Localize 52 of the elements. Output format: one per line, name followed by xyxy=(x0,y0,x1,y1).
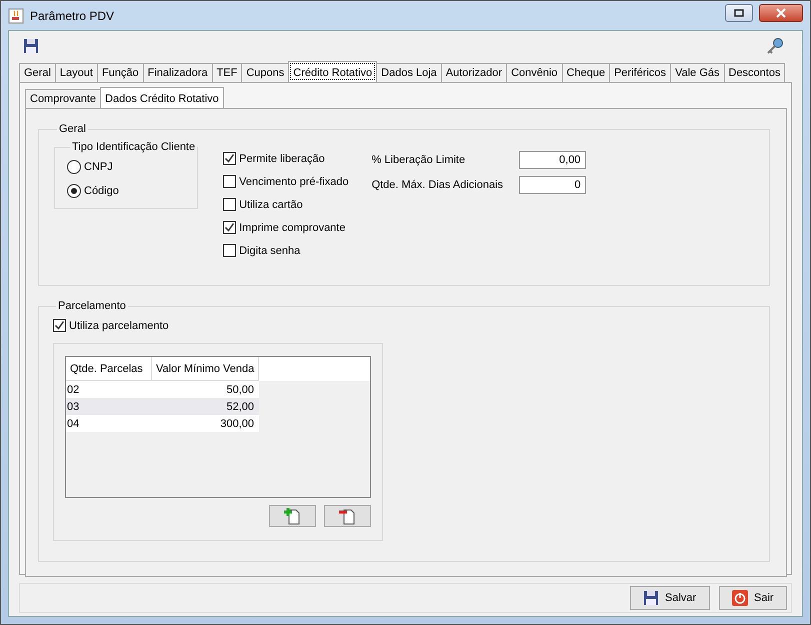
window-title: Parâmetro PDV xyxy=(30,8,114,22)
input-field[interactable]: 0 xyxy=(518,176,586,194)
field-label: Qtde. Máx. Dias Adicionais xyxy=(372,178,504,190)
key-icon[interactable] xyxy=(766,37,784,55)
checkbox[interactable] xyxy=(223,152,236,165)
cup-icon xyxy=(8,8,24,24)
table-cell: 50,00 xyxy=(152,381,259,398)
radio-label: Código xyxy=(84,185,119,197)
table-cell: 04 xyxy=(66,415,152,432)
remove-document-icon xyxy=(338,507,356,525)
table-cell: 52,00 xyxy=(152,398,259,415)
checkbox[interactable] xyxy=(223,198,236,211)
tab[interactable]: Dados Crédito Rotativo xyxy=(100,87,224,108)
exit-button[interactable]: Sair xyxy=(719,586,787,610)
remove-row-button[interactable] xyxy=(324,505,371,527)
checkbox[interactable] xyxy=(53,319,66,332)
radio-label: CNPJ xyxy=(84,161,113,173)
group-title: Parcelamento xyxy=(57,300,127,312)
add-row-button[interactable] xyxy=(269,505,316,527)
tab[interactable]: Geral xyxy=(19,63,56,82)
table-cell: 03 xyxy=(66,398,152,415)
checkbox-label: Vencimento pré-fixado xyxy=(239,176,349,188)
tab[interactable]: Crédito Rotativo xyxy=(288,61,378,82)
save-button[interactable]: Salvar xyxy=(630,586,710,610)
radio-button[interactable] xyxy=(67,160,81,174)
group-title: Geral xyxy=(58,123,87,135)
radio-button[interactable] xyxy=(67,184,81,198)
table-cell: 300,00 xyxy=(152,415,259,432)
checkbox[interactable] xyxy=(223,221,236,234)
checkbox-label: Utiliza cartão xyxy=(239,198,303,210)
table-cell: 02 xyxy=(66,381,152,398)
save-icon xyxy=(643,590,659,606)
power-icon xyxy=(732,590,748,606)
checkbox-label: Imprime comprovante xyxy=(239,222,346,234)
tab[interactable]: Comprovante xyxy=(25,89,102,108)
tab[interactable]: Descontos xyxy=(724,63,786,82)
save-icon[interactable] xyxy=(23,38,39,54)
checkbox[interactable] xyxy=(223,244,236,257)
column-header[interactable]: Qtde. Parcelas xyxy=(66,357,152,381)
checkbox-label: Permite liberação xyxy=(239,152,325,164)
input-field[interactable]: 0,00 xyxy=(518,150,586,168)
checkbox-label: Digita senha xyxy=(239,244,300,256)
checkbox-label: Utiliza parcelamento xyxy=(69,320,169,332)
group-title: Tipo Identificação Cliente xyxy=(71,141,196,153)
close-icon xyxy=(776,8,786,18)
restore-icon xyxy=(734,8,744,16)
checkbox[interactable] xyxy=(223,175,236,188)
field-label: % Liberação Limite xyxy=(372,154,466,166)
column-header[interactable]: Valor Mínimo Venda xyxy=(152,357,259,381)
restore-button[interactable] xyxy=(725,4,753,22)
add-document-icon xyxy=(284,507,302,525)
close-button[interactable] xyxy=(759,4,803,22)
